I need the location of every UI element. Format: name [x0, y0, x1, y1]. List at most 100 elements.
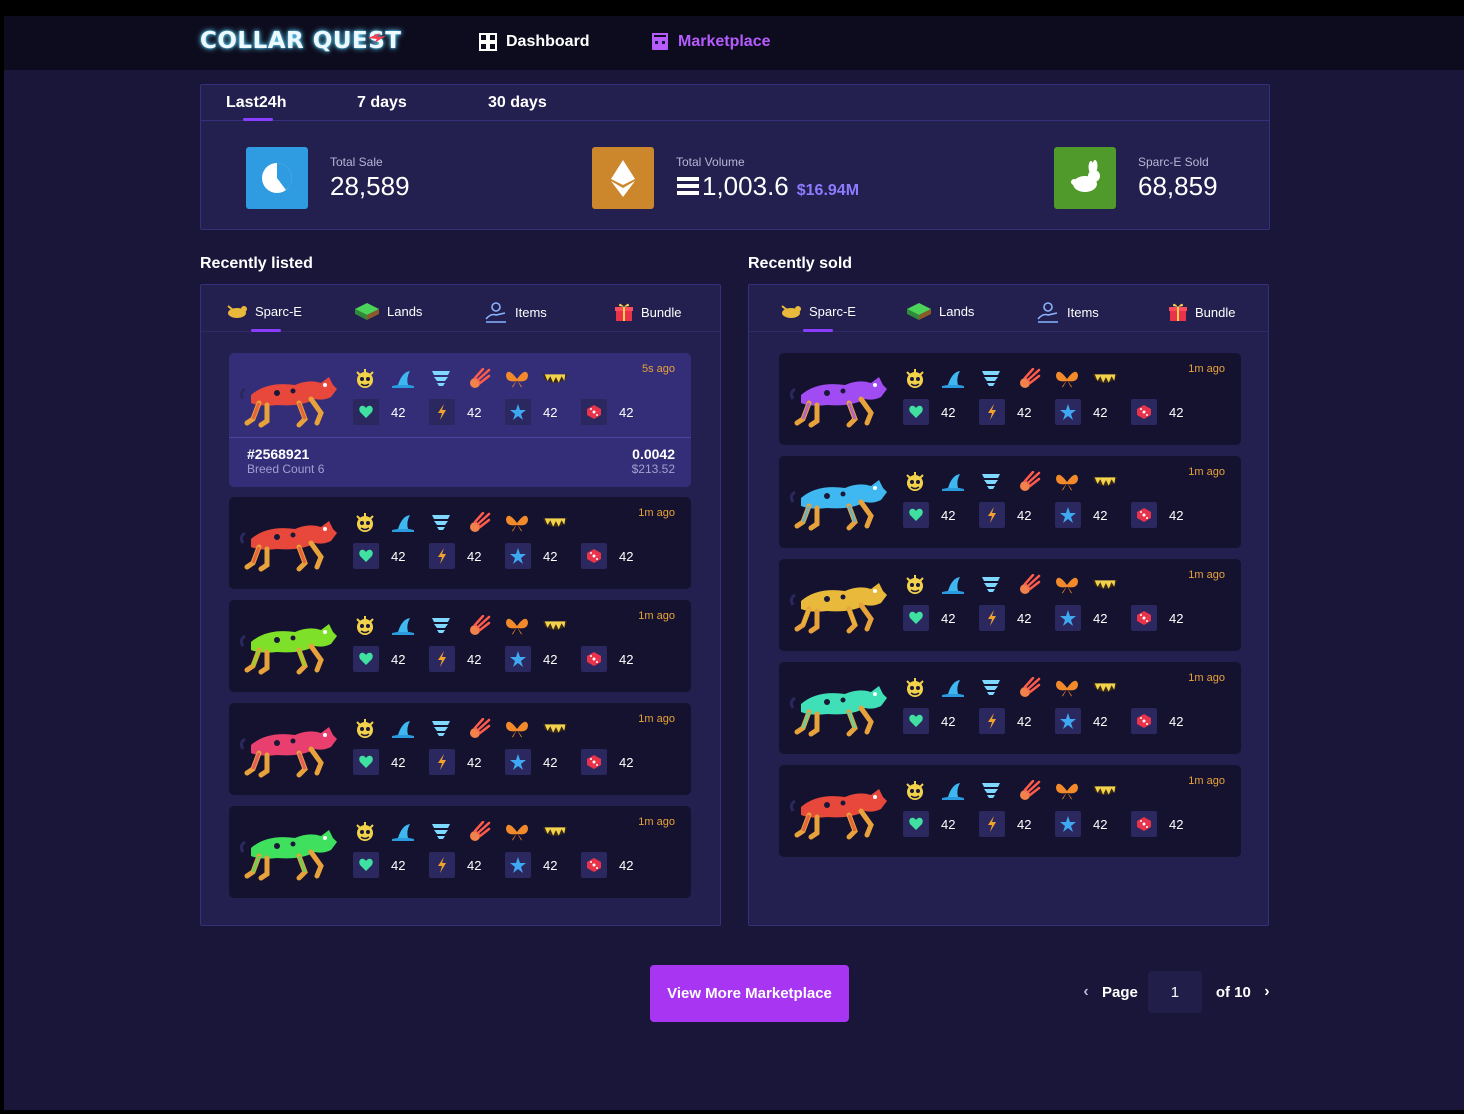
- sparce-listing-card[interactable]: 42 42 42 42 1m ago: [229, 806, 691, 898]
- tab-sparce[interactable]: Sparc-E: [779, 301, 856, 321]
- listing-time: 1m ago: [1188, 363, 1225, 375]
- stat-value: 42: [543, 548, 558, 564]
- total-volume-label: Total Volume: [676, 154, 745, 169]
- teeth-part-icon: [1091, 779, 1119, 803]
- heart-stat-icon: [903, 708, 929, 734]
- tornado-part-icon: [977, 676, 1005, 700]
- sparce-listing-card[interactable]: 42 42 42 42 1m ago: [779, 765, 1241, 857]
- recently-sold-title: Recently sold: [748, 255, 853, 272]
- heart-stat-icon: [353, 852, 379, 878]
- prev-page-icon[interactable]: ‹: [1076, 983, 1096, 1001]
- sparce-listing-card[interactable]: 42 42 42 42 1m ago: [229, 703, 691, 795]
- stat-values: 42 42 42 42: [353, 749, 657, 775]
- rabbit-icon: [1054, 147, 1116, 209]
- tab-last24h[interactable]: Last24h: [226, 94, 286, 112]
- stat-values: 42 42 42 42: [903, 399, 1207, 425]
- nav-dashboard[interactable]: Dashboard: [478, 32, 590, 52]
- stat-value: 42: [1017, 713, 1032, 729]
- star-stat-icon: [505, 399, 531, 425]
- active-category-indicator: [251, 329, 281, 332]
- lightning-stat-icon: [429, 852, 455, 878]
- eyes-part-icon: [901, 470, 929, 494]
- app-frame: COLLAR QUEST Dashboard Marketplace Last2…: [4, 16, 1464, 1110]
- sparce-listing-card[interactable]: 42 42 42 42 5s ago #2568921 Breed Count 6 0.004…: [229, 353, 691, 487]
- lightning-stat-icon: [979, 502, 1005, 528]
- eyes-part-icon: [351, 367, 379, 391]
- teeth-part-icon: [1091, 367, 1119, 391]
- tab-lands[interactable]: Lands: [353, 301, 422, 321]
- star-stat-icon: [1055, 399, 1081, 425]
- tab-items[interactable]: Items: [1035, 301, 1099, 323]
- wings-part-icon: [503, 820, 531, 844]
- active-tab-indicator: [243, 118, 273, 121]
- stat-value: 42: [1169, 507, 1184, 523]
- stat-total-sale: Total Sale 28,589: [246, 147, 410, 209]
- sparce-listing-card[interactable]: 42 42 42 42 1m ago: [229, 600, 691, 692]
- tab-lands-label: Lands: [939, 303, 975, 319]
- tornado-part-icon: [977, 367, 1005, 391]
- sparce-creature-image: [239, 727, 337, 778]
- tornado-part-icon: [427, 820, 455, 844]
- stat-value: 42: [1169, 816, 1184, 832]
- total-sale-label: Total Sale: [330, 154, 383, 169]
- stat-value: 42: [619, 857, 634, 873]
- listing-time: 1m ago: [638, 816, 675, 828]
- page-number-input[interactable]: [1147, 971, 1202, 1013]
- tab-lands-label: Lands: [387, 303, 423, 319]
- sparce-listing-card[interactable]: 42 42 42 42 1m ago: [779, 662, 1241, 754]
- total-volume-usd: $16.94M: [796, 181, 860, 199]
- nav-marketplace[interactable]: Marketplace: [650, 32, 771, 52]
- tornado-part-icon: [427, 614, 455, 638]
- star-stat-icon: [505, 646, 531, 672]
- body-parts: [351, 820, 569, 844]
- teeth-part-icon: [1091, 573, 1119, 597]
- eth-symbol-icon: [677, 177, 699, 195]
- sparce-listing-card[interactable]: 42 42 42 42 1m ago: [779, 353, 1241, 445]
- star-stat-icon: [505, 543, 531, 569]
- view-more-marketplace-button[interactable]: View More Marketplace: [650, 965, 849, 1022]
- sparce-listing-card[interactable]: 42 42 42 42 1m ago: [229, 497, 691, 589]
- eyes-part-icon: [901, 367, 929, 391]
- tab-lands[interactable]: Lands: [905, 301, 974, 321]
- stat-value: 42: [391, 404, 406, 420]
- wings-part-icon: [1053, 367, 1081, 391]
- dice-stat-icon: [581, 543, 607, 569]
- stat-total-volume: Total Volume 1,003.6 $16.94M: [592, 147, 859, 209]
- lands-icon: [907, 303, 931, 320]
- active-category-indicator: [803, 329, 833, 332]
- sparce-creature-image: [239, 830, 337, 881]
- tab-sparce[interactable]: Sparc-E: [225, 301, 302, 321]
- tab-bundle[interactable]: Bundle: [1167, 301, 1235, 323]
- body-parts: [901, 470, 1119, 494]
- wings-part-icon: [1053, 779, 1081, 803]
- tab-bundle-label: Bundle: [641, 304, 682, 320]
- stat-value: 42: [1093, 507, 1108, 523]
- sparce-creature-image: [239, 521, 337, 572]
- teeth-part-icon: [541, 511, 569, 535]
- tab-bundle[interactable]: Bundle: [613, 301, 681, 323]
- fin-part-icon: [939, 470, 967, 494]
- sparce-creature-image: [239, 377, 337, 428]
- sparce-listing-card[interactable]: 42 42 42 42 1m ago: [779, 559, 1241, 651]
- tab-items[interactable]: Items: [483, 301, 547, 323]
- heart-stat-icon: [353, 646, 379, 672]
- sparce-creature-image: [789, 377, 887, 428]
- next-page-icon[interactable]: ›: [1257, 983, 1277, 1001]
- tornado-part-icon: [977, 573, 1005, 597]
- total-volume-value: 1,003.6: [702, 170, 789, 201]
- eyes-part-icon: [901, 779, 929, 803]
- stat-value: 42: [467, 754, 482, 770]
- sparce-listing-card[interactable]: 42 42 42 42 1m ago: [779, 456, 1241, 548]
- stat-value: 42: [1169, 404, 1184, 420]
- stat-values: 42 42 42 42: [353, 543, 657, 569]
- sparce-creature-image: [789, 686, 887, 737]
- tab-items-label: Items: [1067, 304, 1099, 320]
- heart-stat-icon: [353, 749, 379, 775]
- meteor-part-icon: [465, 367, 493, 391]
- tab-7-days[interactable]: 7 days: [357, 94, 407, 112]
- meteor-part-icon: [1015, 470, 1043, 494]
- lightning-stat-icon: [429, 399, 455, 425]
- teeth-part-icon: [541, 614, 569, 638]
- dice-stat-icon: [1131, 399, 1157, 425]
- tab-30-days[interactable]: 30 days: [488, 94, 547, 112]
